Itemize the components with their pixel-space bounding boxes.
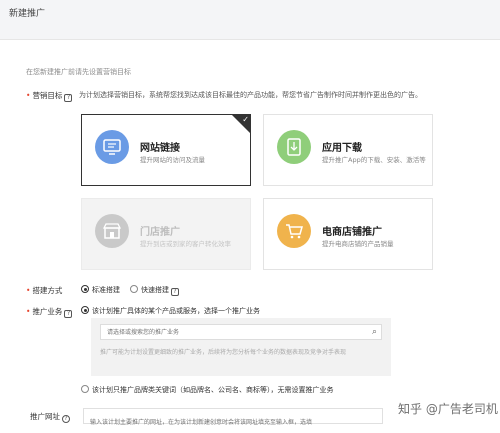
page-header: 新建推广 bbox=[0, 0, 500, 40]
business-search-panel: ⌕ 推广可能为计划设置更细致的推广业务，后续将为您分析每个业务的数据表现及竞争对… bbox=[91, 318, 391, 376]
goal-label: • 营销目标? bbox=[26, 90, 73, 102]
radio-selected[interactable] bbox=[81, 306, 89, 314]
business-search-input[interactable] bbox=[101, 325, 366, 339]
watermark: 知乎 @广告老司机 bbox=[398, 402, 498, 416]
help-icon[interactable]: ? bbox=[64, 94, 73, 102]
url-label-text: 推广网址 bbox=[30, 412, 60, 421]
card-subtitle: 提升电商店铺的产品销量 bbox=[322, 240, 394, 248]
url-input[interactable] bbox=[84, 415, 382, 430]
build-standard-option[interactable]: 标准搭建 bbox=[81, 285, 120, 295]
goal-label-text: 营销目标 bbox=[32, 91, 63, 100]
url-field[interactable] bbox=[83, 408, 383, 430]
store-icon bbox=[95, 214, 129, 248]
card-subtitle: 提升推广App的下载、安装、激活等 bbox=[322, 156, 426, 164]
business-brand-option[interactable]: 该计划只推广品牌类关键词（如品牌名、公司名、商标等），无需设置推广业务 bbox=[81, 385, 334, 395]
build-quick-label: 快速搭建 bbox=[141, 286, 169, 294]
search-icon[interactable]: ⌕ bbox=[372, 327, 377, 337]
monitor-icon bbox=[95, 130, 129, 164]
page-title: 新建推广 bbox=[9, 9, 46, 19]
url-label: 推广网址? bbox=[30, 411, 70, 423]
build-standard-label: 标准搭建 bbox=[92, 286, 120, 294]
card-subtitle: 提升到店或到家的客户转化效率 bbox=[140, 240, 231, 248]
goal-card-app[interactable]: 应用下载 提升推广App的下载、安装、激活等 bbox=[263, 114, 433, 186]
card-title: 应用下载 bbox=[322, 143, 362, 154]
goal-card-ecommerce[interactable]: 电商店铺推广 提升电商店铺的产品销量 bbox=[263, 198, 433, 270]
shopping-cart-icon bbox=[277, 214, 311, 248]
radio-unselected[interactable] bbox=[81, 385, 89, 393]
checkmark-icon: ✓ bbox=[232, 115, 250, 133]
help-icon[interactable]: ? bbox=[62, 415, 70, 423]
card-subtitle: 提升网站的访问及流量 bbox=[140, 156, 205, 164]
business-search-note: 推广可能为计划设置更细致的推广业务，后续将为您分析每个业务的数据表现及竞争对手表… bbox=[100, 349, 347, 356]
build-method-label-text: 搭建方式 bbox=[32, 286, 63, 295]
help-icon[interactable]: ? bbox=[171, 288, 179, 296]
radio-unselected[interactable] bbox=[130, 285, 138, 293]
build-quick-option[interactable]: 快速搭建? bbox=[130, 285, 179, 296]
business-specific-label: 该计划推广具体的某个产品或服务，选择一个推广业务 bbox=[92, 307, 260, 315]
build-method-label: • 搭建方式 bbox=[26, 286, 63, 295]
help-icon[interactable]: ? bbox=[64, 310, 73, 318]
goal-card-website[interactable]: 网站链接 提升网站的访问及流量 ✓ bbox=[81, 114, 251, 186]
goal-card-store: 门店推广 提升到店或到家的客户转化效率 bbox=[81, 198, 251, 270]
phone-download-icon bbox=[277, 130, 311, 164]
radio-selected[interactable] bbox=[81, 285, 89, 293]
card-title: 门店推广 bbox=[140, 227, 180, 238]
goal-description: 为计划选择营销目标，系统帮您找到达成该目标最佳的产品功能，帮您节省广告制作时间并… bbox=[79, 91, 422, 99]
card-title: 网站链接 bbox=[140, 143, 180, 154]
business-search-box[interactable]: ⌕ bbox=[100, 324, 382, 340]
business-label: • 推广业务? bbox=[26, 306, 73, 318]
setup-hint: 在您新建推广前请先设置营销目标 bbox=[26, 68, 131, 76]
card-title: 电商店铺推广 bbox=[322, 227, 382, 238]
business-brand-label: 该计划只推广品牌类关键词（如品牌名、公司名、商标等），无需设置推广业务 bbox=[92, 386, 334, 394]
business-label-text: 推广业务 bbox=[32, 307, 63, 316]
business-specific-option[interactable]: 该计划推广具体的某个产品或服务，选择一个推广业务 bbox=[81, 306, 260, 316]
